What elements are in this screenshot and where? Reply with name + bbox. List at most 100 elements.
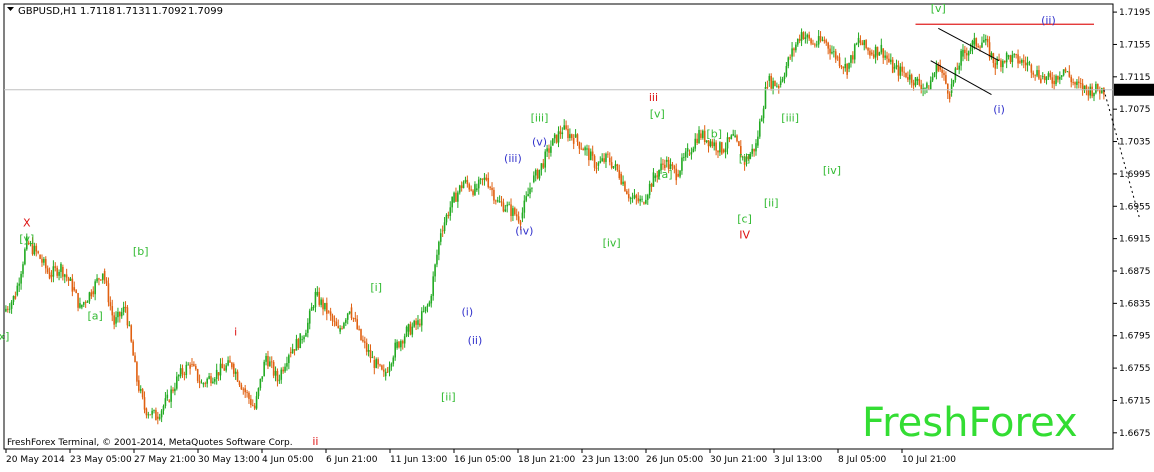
candle-body (770, 75, 772, 89)
candle-body (1017, 54, 1019, 64)
candle-body (149, 414, 152, 416)
candle-body (170, 389, 172, 402)
candle-body (67, 277, 70, 281)
candle-body (962, 49, 964, 57)
candle-body (865, 40, 867, 49)
candle-body (449, 207, 452, 216)
candle-body (734, 135, 736, 138)
candle-body (654, 175, 657, 178)
candle-body (848, 62, 850, 69)
candle-body (730, 135, 733, 140)
candle-body (329, 311, 332, 316)
candle-body (248, 392, 250, 399)
candle-body (388, 366, 391, 372)
candle-body (952, 80, 955, 85)
wave-label: [a] (657, 168, 672, 181)
candle-body (793, 48, 795, 51)
candle-body (533, 175, 535, 182)
candle-body (250, 398, 252, 405)
candle-body (44, 259, 47, 269)
candle-body (950, 84, 953, 93)
copyright-text: FreshForex Terminal, © 2001-2014, MetaQu… (7, 438, 293, 448)
y-tick-label: 1.6755 (1119, 364, 1151, 374)
candle-body (814, 44, 816, 46)
x-tick-label: 4 Jun 05:00 (262, 455, 314, 465)
candle-body (280, 369, 283, 380)
candle-body (299, 333, 302, 349)
candle-body (1045, 76, 1048, 81)
y-tick-label: 1.7155 (1119, 40, 1151, 50)
candle-body (593, 155, 596, 168)
candle-body (872, 54, 875, 58)
candle-body (1070, 76, 1073, 83)
candle-body (700, 133, 702, 138)
candle-body (924, 87, 926, 89)
x-tick-label: 8 Jul 05:00 (838, 455, 887, 465)
wave-label: [v] (931, 2, 946, 15)
chart-border (3, 3, 1114, 450)
candle-body (217, 372, 220, 376)
candle-body (1021, 60, 1023, 63)
candle-body (400, 341, 402, 348)
candle-body (136, 362, 138, 382)
wave-label: [v] (650, 107, 665, 120)
candle-body (597, 162, 600, 166)
candle-body (286, 363, 288, 367)
candle-body (356, 319, 359, 329)
candle-body (631, 197, 634, 199)
candle-body (1049, 73, 1052, 78)
candle-body (1034, 74, 1036, 76)
candle-body (876, 46, 879, 56)
candle-body (495, 200, 497, 202)
candle-body (458, 185, 461, 193)
candle-body (343, 322, 345, 329)
candle-body (168, 400, 171, 402)
candle-body (683, 157, 685, 159)
candle-body (155, 410, 157, 421)
candle-body (419, 323, 421, 326)
candle-body (358, 328, 360, 330)
candle-body (377, 359, 379, 365)
candle-body (552, 138, 554, 146)
candle-body (766, 86, 769, 88)
candle-body (977, 46, 979, 47)
price-chart[interactable]: 1.7099 X[y][b][a]x] iii[i][ii](i)(ii)(iii… (0, 0, 1154, 468)
y-tick-label: 1.7195 (1119, 8, 1151, 18)
candle-body (267, 355, 269, 367)
candle-body (289, 351, 292, 354)
candle-body (189, 364, 191, 369)
candle-body (466, 179, 469, 185)
candle-body (117, 311, 119, 318)
candle-body (345, 319, 347, 323)
candle-body (827, 42, 829, 49)
candle-body (607, 153, 609, 155)
candle-body (166, 394, 169, 399)
x-tick-label: 30 May 13:00 (198, 455, 260, 465)
candle-body (760, 118, 763, 122)
candle-body (1007, 55, 1010, 57)
candle-body (783, 75, 786, 80)
candle-body (238, 381, 241, 385)
x-tick-label: 18 Jun 21:00 (518, 455, 575, 465)
y-tick-label: 1.6835 (1119, 299, 1151, 309)
candle-body (1003, 60, 1006, 63)
candle-body (776, 85, 778, 87)
candle-body (1079, 83, 1082, 84)
candle-body (198, 380, 201, 383)
candle-body (918, 78, 921, 85)
candle-body (586, 148, 588, 150)
candle-body (563, 125, 565, 130)
candle-body (686, 148, 689, 152)
candle-body (487, 177, 490, 188)
wave-label: (ii) (1041, 14, 1056, 27)
candle-body (210, 376, 212, 384)
candle-body (196, 369, 199, 381)
candle-body (677, 173, 679, 177)
candle-body (1028, 62, 1031, 63)
candle-body (236, 371, 239, 382)
candle-body (777, 85, 780, 88)
candle-body (432, 276, 434, 296)
candle-body (684, 151, 687, 158)
candle-body (890, 59, 892, 62)
candle-body (553, 134, 556, 139)
